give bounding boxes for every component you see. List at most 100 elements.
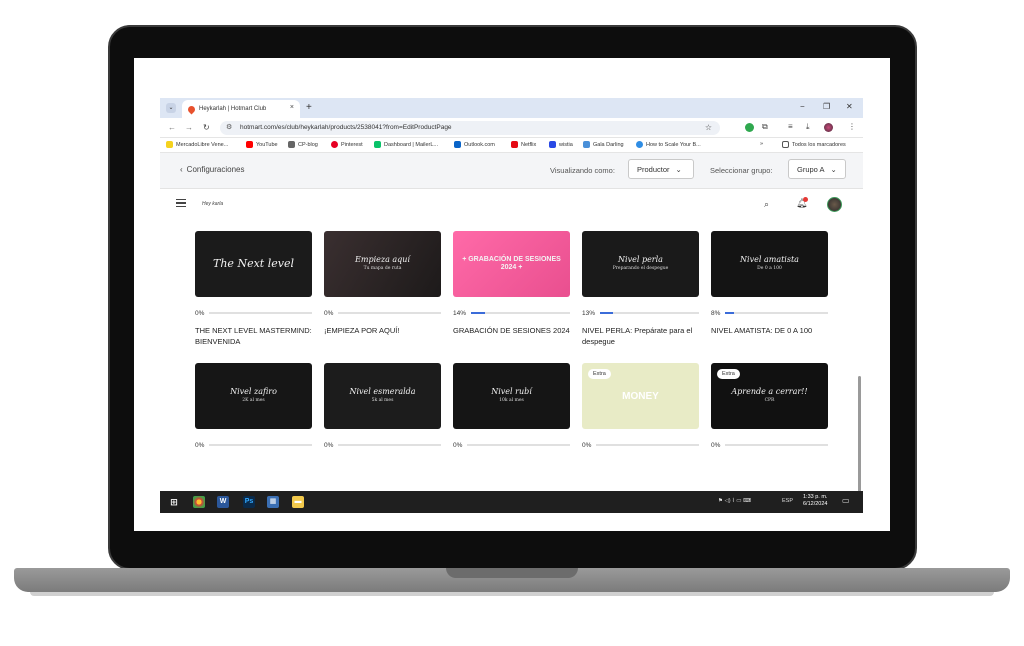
- thumbnail-title: + GRABACIÓN DE SESIONES 2024 +: [462, 256, 561, 271]
- thumbnail-title: Nivel perla Preparando el despegue: [612, 255, 669, 271]
- hamburger-menu-icon[interactable]: [176, 199, 186, 207]
- bookmark-favicon-icon: [636, 141, 643, 148]
- course-title[interactable]: ¡EMPIEZA POR AQUÍ!: [324, 326, 441, 337]
- forward-arrow-icon[interactable]: →: [185, 123, 193, 132]
- course-title[interactable]: NIVEL PERLA: Prepárate para el despegue: [582, 326, 699, 348]
- thumbnail-title: Nivel rubí 10k al mes: [491, 387, 532, 403]
- taskbar-clock[interactable]: 1:33 p. m. 6/12/2024: [803, 494, 827, 508]
- minimize-icon[interactable]: −: [800, 102, 805, 111]
- progress-bar: 0%: [195, 309, 312, 317]
- mailerlite-icon: [374, 141, 381, 148]
- extensions-puzzle-icon[interactable]: ⧉: [762, 122, 768, 132]
- calculator-icon[interactable]: ▦: [267, 496, 279, 508]
- course-thumbnail[interactable]: + GRABACIÓN DE SESIONES 2024 +: [453, 231, 570, 297]
- group-select[interactable]: Grupo A ⌄: [788, 159, 846, 179]
- reload-icon[interactable]: ↻: [203, 123, 210, 132]
- thumbnail-title: Nivel esmeralda 5k al mes: [349, 387, 416, 403]
- progress-fill: [725, 312, 734, 314]
- bookmark-item[interactable]: YouTube: [246, 141, 278, 148]
- chrome-icon[interactable]: [193, 496, 205, 508]
- bookmark-item[interactable]: Dashboard | MailerL...: [374, 141, 438, 148]
- thumbnail-title: Empieza aquí Tu mapa de ruta: [355, 255, 410, 271]
- course-card[interactable]: + GRABACIÓN DE SESIONES 2024 + 14% GRABA…: [453, 231, 570, 335]
- course-card[interactable]: Nivel rubí 10k al mes 0%: [453, 363, 570, 449]
- bookmark-favicon-icon: [288, 141, 295, 148]
- course-thumbnail[interactable]: Nivel zafiro 2K al mes: [195, 363, 312, 429]
- progress-track: [467, 444, 570, 446]
- course-card[interactable]: Empieza aquí Tu mapa de ruta 0% ¡EMPIEZA …: [324, 231, 441, 335]
- bookmark-item[interactable]: CP-blog: [288, 141, 318, 148]
- extension-green-icon[interactable]: [745, 123, 754, 132]
- back-arrow-icon[interactable]: ←: [168, 123, 176, 132]
- site-settings-icon[interactable]: ⚙: [226, 121, 232, 135]
- viewing-as-select[interactable]: Productor ⌄: [628, 159, 694, 179]
- download-icon[interactable]: ⤓: [806, 122, 810, 132]
- netflix-icon: [511, 141, 518, 148]
- thumbnail-title: Nivel zafiro 2K al mes: [230, 387, 277, 403]
- page-scrollbar[interactable]: [858, 376, 861, 491]
- restore-icon[interactable]: ❐: [823, 102, 830, 111]
- bookmark-favicon-icon: [583, 141, 590, 148]
- progress-track: [209, 444, 312, 446]
- progress-fill: [471, 312, 485, 314]
- bookmark-item[interactable]: Pinterest: [331, 141, 363, 148]
- course-card[interactable]: Extra Aprende a cerrar!! CPR 0%: [711, 363, 828, 449]
- course-card[interactable]: Nivel zafiro 2K al mes 0%: [195, 363, 312, 449]
- bookmark-star-icon[interactable]: ☆: [705, 121, 712, 135]
- course-thumbnail[interactable]: The Next level: [195, 231, 312, 297]
- course-card[interactable]: Nivel perla Preparando el despegue 13% NI…: [582, 231, 699, 346]
- profile-avatar-icon[interactable]: [824, 123, 833, 132]
- address-bar[interactable]: ⚙ hotmart.com/es/club/heykarlah/products…: [220, 121, 720, 135]
- tab-close-icon[interactable]: ×: [290, 104, 294, 111]
- photoshop-icon[interactable]: Ps: [243, 496, 255, 508]
- search-icon[interactable]: ⌕: [764, 199, 769, 210]
- course-title[interactable]: NIVEL AMATISTA: DE 0 A 100: [711, 326, 828, 337]
- course-thumbnail[interactable]: Nivel esmeralda 5k al mes: [324, 363, 441, 429]
- course-thumbnail[interactable]: Nivel rubí 10k al mes: [453, 363, 570, 429]
- all-bookmarks-button[interactable]: Todos los marcadores: [782, 141, 846, 148]
- course-card[interactable]: Nivel esmeralda 5k al mes 0%: [324, 363, 441, 449]
- windows-start-icon[interactable]: ⊞: [168, 496, 180, 508]
- browser-tab[interactable]: Heykarlah | Hotmart Club ×: [182, 100, 300, 118]
- bookmark-item[interactable]: Netflix: [511, 141, 536, 148]
- system-tray-icons[interactable]: ⚑ ◁) ⌇ ▭ ⌨: [718, 498, 751, 504]
- laptop-mockup: ⌄ Heykarlah | Hotmart Club × + − ❐ ✕ ← →…: [0, 0, 1024, 646]
- bookmark-favicon-icon: [166, 141, 173, 148]
- bookmark-item[interactable]: Outlook.com: [454, 141, 495, 148]
- notification-badge: [803, 197, 808, 202]
- bookmark-item[interactable]: MercadoLibre Vene...: [166, 141, 228, 148]
- course-thumbnail[interactable]: Nivel amatista De 0 a 100: [711, 231, 828, 297]
- course-card[interactable]: The Next level 0% THE NEXT LEVEL MASTERM…: [195, 231, 312, 346]
- course-title[interactable]: GRABACIÓN DE SESIONES 2024: [453, 326, 570, 337]
- hotmart-favicon-icon: [186, 104, 197, 114]
- windows-taskbar: ⊞ W Ps ▦ ▬ ⚑ ◁) ⌇ ▭ ⌨ ESP 1:33 p. m. 6/1…: [160, 491, 863, 513]
- progress-track: [471, 312, 570, 314]
- course-thumbnail[interactable]: Nivel perla Preparando el despegue: [582, 231, 699, 297]
- file-explorer-icon[interactable]: ▬: [292, 496, 304, 508]
- language-indicator[interactable]: ESP: [782, 498, 793, 504]
- course-grid: The Next level 0% THE NEXT LEVEL MASTERM…: [160, 221, 863, 491]
- bookmark-item[interactable]: wistia: [549, 141, 573, 148]
- bookmarks-overflow-button[interactable]: »: [760, 141, 763, 147]
- course-thumbnail[interactable]: Empieza aquí Tu mapa de ruta: [324, 231, 441, 297]
- new-tab-button[interactable]: +: [306, 102, 312, 113]
- progress-bar: 0%: [324, 309, 441, 317]
- notifications-icon[interactable]: ▭: [842, 496, 850, 505]
- progress-bar: 0%: [711, 441, 828, 449]
- viewing-as-label: Visualizando como:: [550, 166, 615, 175]
- tab-search-icon[interactable]: ⌄: [166, 103, 176, 113]
- club-logo[interactable]: Hey karla: [202, 201, 223, 207]
- reading-list-icon[interactable]: ≡: [788, 122, 793, 131]
- close-window-icon[interactable]: ✕: [846, 102, 853, 111]
- course-thumbnail[interactable]: Extra MONEY: [582, 363, 699, 429]
- bookmark-item[interactable]: How to Scale Your B...: [636, 141, 701, 148]
- user-avatar[interactable]: [827, 197, 842, 212]
- back-to-settings-link[interactable]: ‹ Configuraciones: [180, 165, 244, 174]
- course-card[interactable]: Extra MONEY 0%: [582, 363, 699, 449]
- course-thumbnail[interactable]: Extra Aprende a cerrar!! CPR: [711, 363, 828, 429]
- word-icon[interactable]: W: [217, 496, 229, 508]
- course-card[interactable]: Nivel amatista De 0 a 100 8% NIVEL AMATIS…: [711, 231, 828, 335]
- course-title[interactable]: THE NEXT LEVEL MASTERMIND: BIENVENIDA: [195, 326, 312, 348]
- bookmark-item[interactable]: Gala Darling: [583, 141, 624, 148]
- menu-kebab-icon[interactable]: ⋮: [848, 122, 856, 131]
